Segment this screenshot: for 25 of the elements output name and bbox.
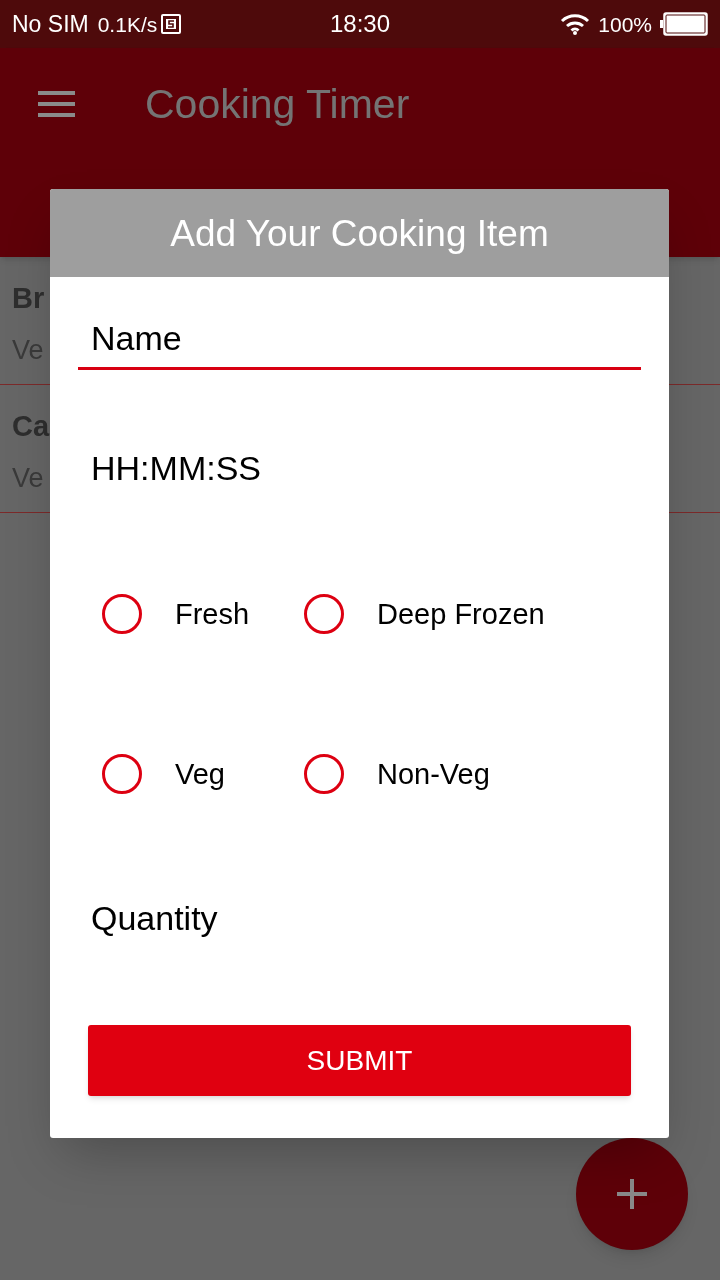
- notification-icon: [161, 14, 182, 34]
- network-speed: 0.1K/s: [97, 13, 158, 35]
- wifi-icon: [560, 13, 591, 35]
- plus-icon: [617, 1179, 647, 1209]
- dialog-title: Add Your Cooking Item: [170, 214, 549, 252]
- submit-button[interactable]: SUBMIT: [88, 1025, 631, 1096]
- menu-icon[interactable]: [38, 91, 75, 117]
- carrier-text: No SIM: [12, 12, 89, 36]
- battery-percent: 100%: [598, 13, 652, 35]
- clock-time: 18:30: [329, 12, 391, 36]
- radio-label: Non-Veg: [377, 759, 490, 789]
- radio-button[interactable]: [102, 594, 142, 634]
- radio-label: Veg: [175, 759, 225, 789]
- name-field[interactable]: Name: [78, 310, 641, 370]
- radio-label: Fresh: [175, 599, 250, 629]
- battery-icon: [660, 12, 708, 36]
- radio-button[interactable]: [304, 594, 344, 634]
- radio-label: Deep Frozen: [377, 599, 545, 629]
- time-field[interactable]: HH:MM:SS: [78, 440, 641, 500]
- radio-button[interactable]: [102, 754, 142, 794]
- radio-button[interactable]: [304, 754, 344, 794]
- list-item-title: Ca: [12, 409, 50, 444]
- list-item-title: Br: [12, 281, 45, 316]
- app-title: Cooking Timer: [145, 83, 410, 125]
- quantity-field[interactable]: Quantity: [78, 890, 641, 950]
